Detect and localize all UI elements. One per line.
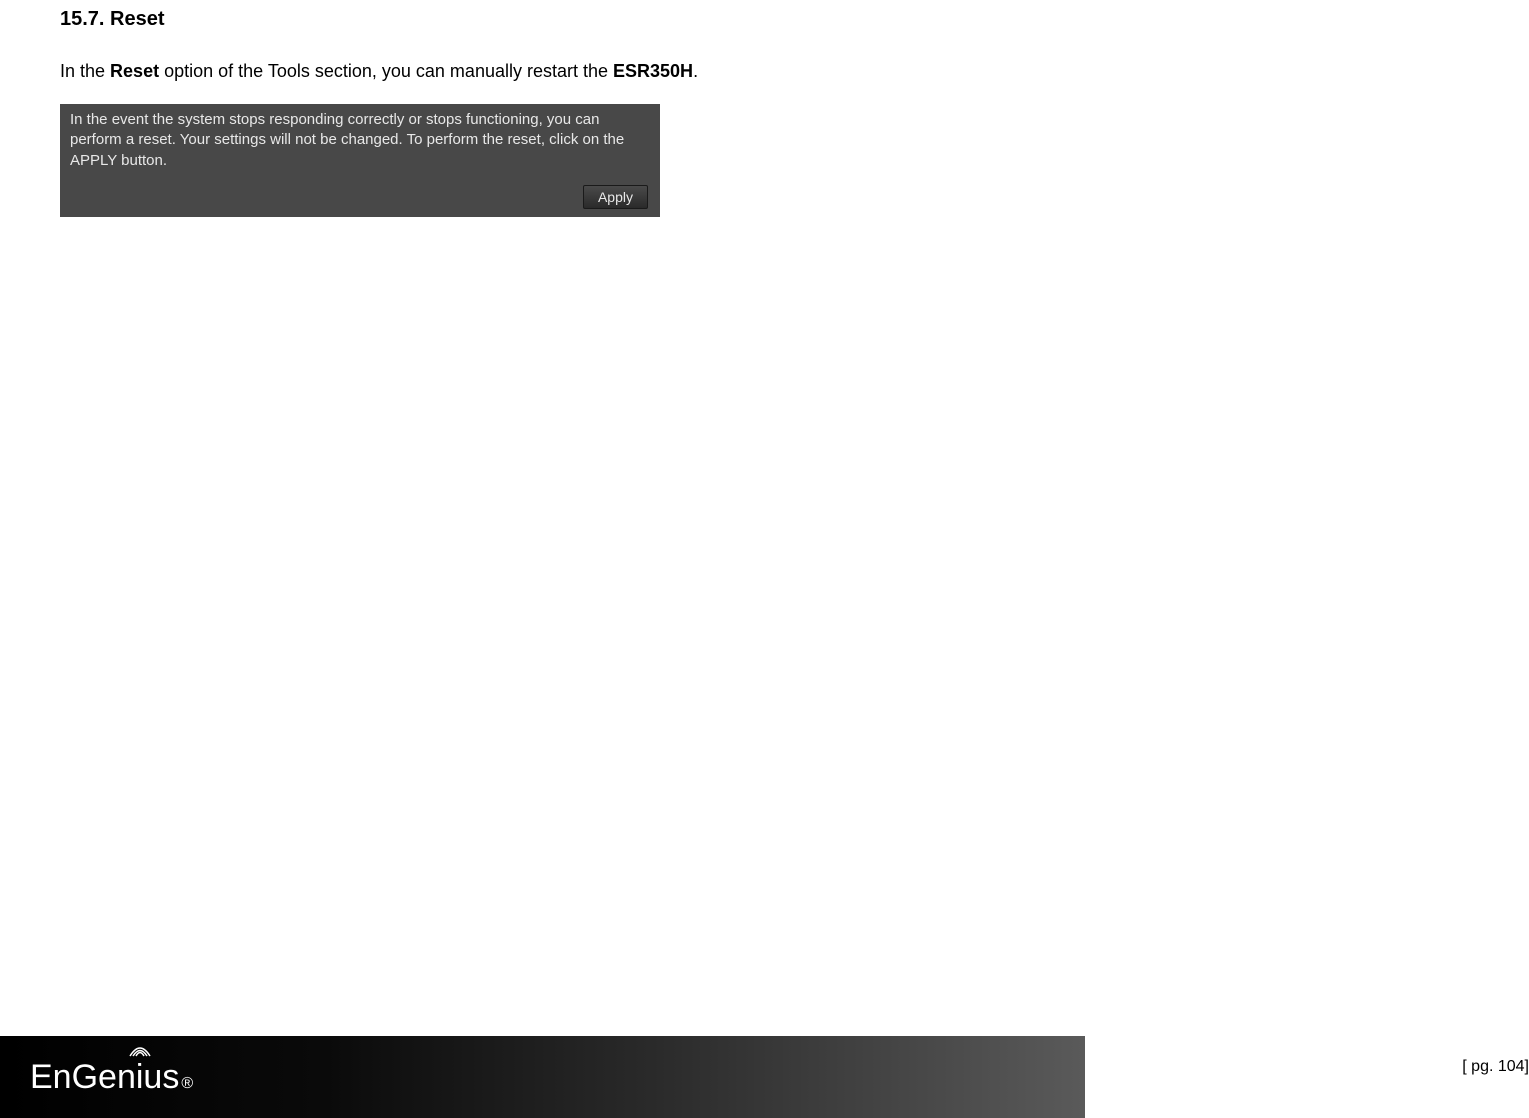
wifi-icon: [128, 1042, 152, 1058]
logo-text-us: us: [143, 1058, 179, 1097]
engenius-logo: EnGen i us®: [30, 1058, 193, 1097]
logo-text-i: i: [136, 1058, 144, 1096]
footer-bar: EnGen i us®: [0, 1036, 1085, 1118]
apply-button[interactable]: Apply: [583, 185, 648, 209]
intro-paragraph: In the Reset option of the Tools section…: [60, 59, 1469, 84]
page-number: [ pg. 104]: [1462, 1058, 1529, 1076]
intro-prefix: In the: [60, 61, 110, 81]
reset-panel-screenshot: In the event the system stops responding…: [60, 104, 660, 217]
registered-mark: ®: [181, 1075, 193, 1093]
intro-middle: option of the Tools section, you can man…: [159, 61, 613, 81]
logo-text-en: En: [30, 1058, 72, 1097]
section-heading: 15.7. Reset: [60, 8, 1469, 31]
intro-bold-reset: Reset: [110, 61, 159, 81]
section-title: Reset: [110, 8, 164, 30]
section-number: 15.7.: [60, 8, 104, 30]
panel-description: In the event the system stops responding…: [70, 110, 650, 171]
intro-bold-model: ESR350H: [613, 61, 693, 81]
button-wrapper: Apply: [70, 185, 650, 209]
logo-text-g: Gen: [72, 1058, 136, 1097]
intro-suffix: .: [693, 61, 698, 81]
logo-i-wrapper: i: [136, 1058, 144, 1097]
content-area: 15.7. Reset In the Reset option of the T…: [0, 0, 1529, 217]
